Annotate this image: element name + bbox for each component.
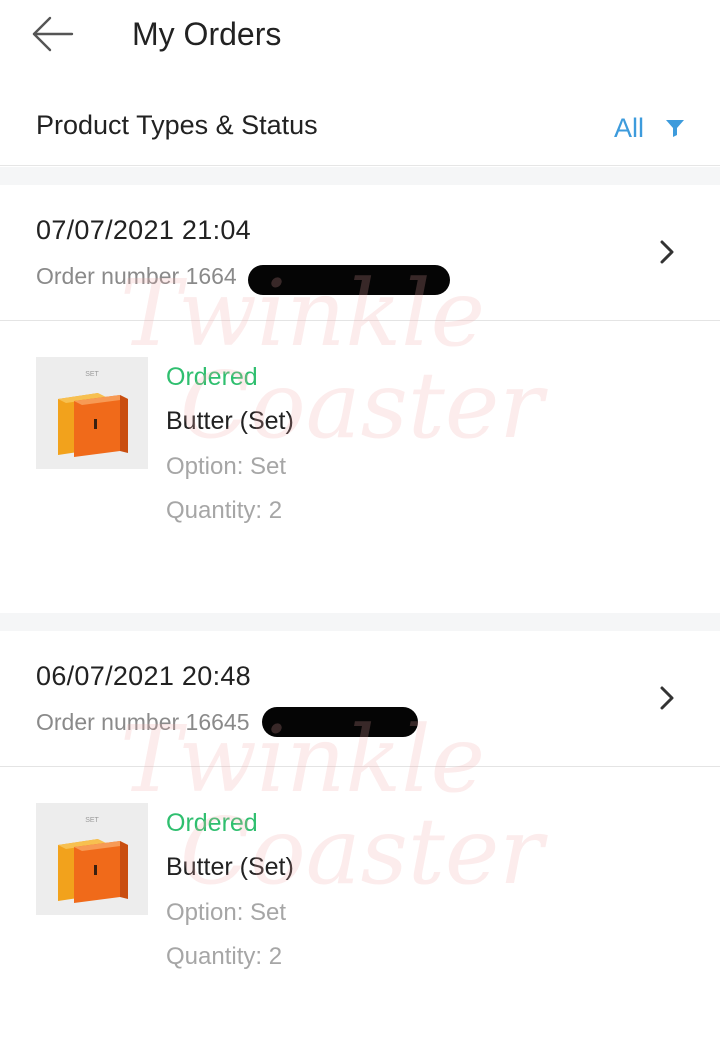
back-button[interactable] xyxy=(26,12,80,58)
filter-row: Product Types & Status All xyxy=(0,88,720,166)
product-thumbnail[interactable]: SET xyxy=(36,803,148,915)
product-quantity: Quantity: 2 xyxy=(166,497,283,524)
product-quantity: Quantity: 2 xyxy=(166,943,283,970)
section-gap xyxy=(0,613,720,631)
section-gap xyxy=(0,167,720,185)
order-date: 07/07/2021 21:04 xyxy=(36,215,251,245)
filter-funnel-icon xyxy=(666,120,684,137)
filter-button[interactable]: All xyxy=(614,108,686,148)
filter-label: Product Types & Status xyxy=(36,110,318,140)
product-name: Butter (Set) xyxy=(166,407,294,435)
album-box-image xyxy=(58,839,128,903)
order-status: Ordered xyxy=(166,809,258,837)
page-title: My Orders xyxy=(132,16,282,52)
redaction-mark xyxy=(262,707,418,737)
product-thumbnail[interactable]: SET xyxy=(36,357,148,469)
top-bar: My Orders xyxy=(0,0,720,76)
order-card: 06/07/2021 20:48 Order number 16645 SET … xyxy=(0,631,720,1051)
chevron-right-icon xyxy=(660,240,674,264)
order-header[interactable]: 06/07/2021 20:48 Order number 16645 xyxy=(0,631,720,767)
back-arrow-icon xyxy=(32,16,74,52)
order-date: 06/07/2021 20:48 xyxy=(36,661,251,691)
product-option: Option: Set xyxy=(166,453,287,480)
product-option: Option: Set xyxy=(166,899,287,926)
album-box-image xyxy=(58,393,128,457)
order-header[interactable]: 07/07/2021 21:04 Order number 1664 xyxy=(0,185,720,321)
order-item: SET Ordered Butter (Set) Option: Set Qua… xyxy=(0,321,720,613)
chevron-right-icon xyxy=(660,686,674,710)
order-item: SET Ordered Butter (Set) Option: Set Qua… xyxy=(0,767,720,1051)
order-number: Order number 16645 xyxy=(36,709,250,735)
filter-value: All xyxy=(613,112,644,143)
product-name: Butter (Set) xyxy=(166,853,294,881)
order-status: Ordered xyxy=(166,363,258,391)
redaction-mark xyxy=(248,265,450,295)
order-card: 07/07/2021 21:04 Order number 1664 SET O… xyxy=(0,185,720,613)
orders-page: My Orders Product Types & Status All 07/… xyxy=(0,0,720,1051)
order-number: Order number 1664 xyxy=(36,263,237,289)
